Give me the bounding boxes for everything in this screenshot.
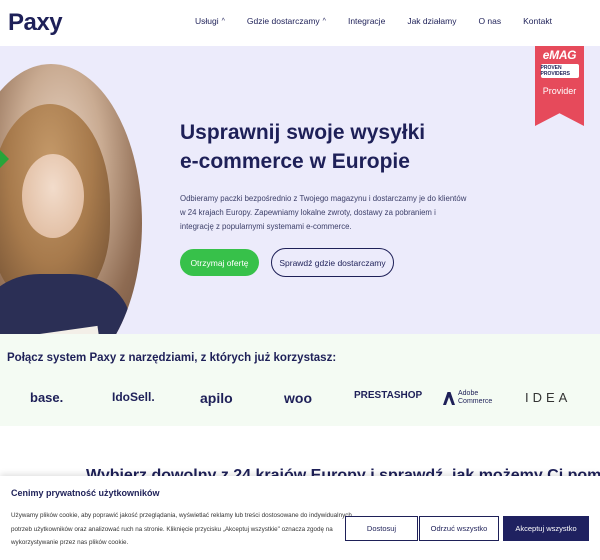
adobe-icon [443,391,455,405]
provider-label: Provider [542,86,577,96]
nav-item-label: Integracje [347,16,386,26]
nav-item-o-nas[interactable]: O nas [478,16,501,26]
nav-item-label: O nas [478,16,502,26]
main-nav: Usługi ^ Gdzie dostarczamy ^ Integracje … [195,16,574,26]
cookie-title: Cenimy prywatność użytkowników [11,488,160,498]
integrations-title: Połącz system Paxy z narzędziami, z któr… [7,352,337,364]
nav-item-gdzie-dostarczamy[interactable]: Gdzie dostarczamy ^ [247,16,326,26]
nav-item-kontakt[interactable]: Kontakt [523,16,552,26]
apilo-logo: apilo [200,390,233,406]
reject-all-button[interactable]: Odrzuć wszystko [419,516,499,541]
nav-item-label: Gdzie dostarczamy [246,16,320,26]
woo-logo: woo [284,390,312,406]
nav-item-label: Kontakt [523,16,552,26]
adobe-commerce-logo: Adobe Commerce [443,390,498,406]
integration-logos: base. IdoSell. apilo woo PRESTASHOP Adob… [0,390,600,412]
nav-item-label: Usługi [195,16,219,26]
site-header: Paxy Usługi ^ Gdzie dostarczamy ^ Integr… [0,0,600,46]
chevron-up-icon: ^ [221,17,225,25]
integrations-section: Połącz system Paxy z narzędziami, z któr… [0,334,600,426]
paxy-logo[interactable]: Paxy [8,9,63,37]
hero-title: Usprawnij swoje wysyłki e-commerce w Eur… [180,121,426,173]
nav-item-uslugi[interactable]: Usługi ^ [195,16,225,26]
cookie-banner: Cenimy prywatność użytkowników Używamy p… [0,476,600,560]
hero-description: Odbieramy paczki bezpośrednio z Twojego … [180,194,467,231]
idea-logo: IDEA [525,390,572,405]
cookie-description: Używamy plików cookie, aby poprawić jako… [11,512,352,546]
side-arrow-icon[interactable] [0,150,9,168]
emag-logo: eMAG [542,48,577,62]
check-delivery-button[interactable]: Sprawdź gdzie dostarczamy [271,248,394,277]
emag-provider-badge: eMAG PROVEN PROVIDERS Provider [535,46,584,126]
chevron-up-icon: ^ [322,17,326,25]
nav-item-integracje[interactable]: Integracje [348,16,385,26]
base-logo: base. [30,390,64,405]
get-offer-button[interactable]: Otrzymaj ofertę [180,249,259,276]
hero-section: Usprawnij swoje wysyłki e-commerce w Eur… [0,46,600,334]
accept-all-button[interactable]: Akceptuj wszystko [503,516,589,541]
customize-button[interactable]: Dostosuj [345,516,418,541]
prestashop-logo: PRESTASHOP [354,390,423,401]
hero-photo [0,64,142,334]
proven-providers-label: PROVEN PROVIDERS [540,64,579,78]
nav-item-label: Jak działamy [407,16,457,26]
idosell-logo: IdoSell. [112,390,155,404]
nav-item-jak-dzialamy[interactable]: Jak działamy [407,16,456,26]
